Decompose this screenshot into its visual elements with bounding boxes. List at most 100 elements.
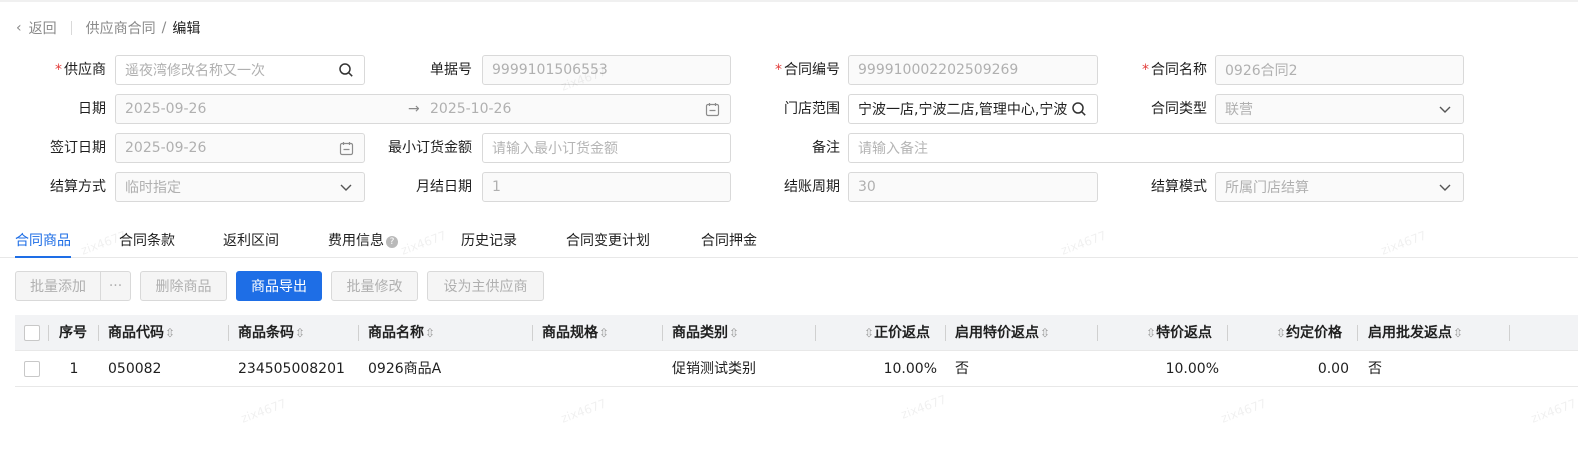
settle-method-select: 临时指定 — [115, 172, 365, 202]
watermark: zix4677 — [559, 396, 609, 426]
col-category[interactable]: 商品类别⇳ — [672, 315, 739, 351]
sort-icon[interactable]: ⇳ — [1453, 326, 1463, 340]
billing-cycle-value: 30 — [858, 179, 876, 195]
batch-edit-button[interactable]: 批量修改 — [331, 271, 418, 301]
column-divider — [358, 325, 359, 341]
watermark: zix4677 — [239, 396, 289, 426]
settle-mode-value: 所属门店结算 — [1225, 180, 1309, 196]
column-divider — [1509, 325, 1510, 341]
contract-no-value: 999910002202509269 — [858, 62, 1019, 78]
chevron-down-icon — [1436, 180, 1454, 194]
sort-icon[interactable]: ⇳ — [425, 326, 435, 340]
col-agreed-price[interactable]: ⇳约定价格 — [1275, 315, 1342, 351]
column-divider — [815, 325, 816, 341]
cell-index: 1 — [69, 361, 79, 377]
more-button[interactable]: ··· — [100, 271, 131, 301]
col-spec[interactable]: 商品规格⇳ — [542, 315, 609, 351]
column-divider — [1227, 325, 1228, 341]
cell-agreed-price: 0.00 — [1317, 361, 1349, 377]
chevron-down-icon — [1436, 102, 1454, 116]
cell-category: 促销测试类别 — [672, 361, 756, 377]
store-scope-label: 门店范围 — [784, 101, 840, 117]
sort-icon[interactable]: ⇳ — [599, 326, 609, 340]
calendar-icon — [703, 102, 721, 117]
column-divider — [1357, 325, 1358, 341]
col-barcode[interactable]: 商品条码⇳ — [238, 315, 305, 351]
doc-no-label: 单据号 — [430, 62, 472, 78]
column-divider — [228, 325, 229, 341]
tab-fee-info[interactable]: 费用信息? — [328, 230, 398, 258]
delete-goods-button[interactable]: 删除商品 — [140, 271, 227, 301]
sort-icon[interactable]: ⇳ — [864, 326, 874, 340]
breadcrumb-parent[interactable]: 供应商合同 — [86, 18, 156, 38]
search-icon[interactable] — [337, 62, 355, 78]
col-name[interactable]: 商品名称⇳ — [368, 315, 435, 351]
settle-method-label: 结算方式 — [50, 179, 106, 195]
contract-no-label: * 合同编号 — [775, 62, 840, 78]
export-goods-button[interactable]: 商品导出 — [236, 271, 322, 301]
sign-date-value: 2025-09-26 — [125, 140, 207, 156]
monthly-day-label: 月结日期 — [416, 179, 472, 195]
cell-code: 050082 — [108, 361, 162, 377]
select-all-checkbox[interactable] — [24, 325, 40, 341]
watermark: zix4677 — [1219, 396, 1269, 426]
col-wholesale-enabled[interactable]: 启用批发返点⇳ — [1368, 315, 1463, 351]
sign-date-label: 签订日期 — [50, 140, 106, 156]
contract-type-label: 合同类型 — [1151, 101, 1207, 117]
col-index: 序号 — [59, 325, 87, 341]
remark-label: 备注 — [812, 140, 840, 156]
column-divider — [48, 325, 49, 341]
watermark: zix4677 — [1529, 396, 1578, 426]
store-scope-value: 宁波一店,宁波二店,管理中心,宁波 — [858, 102, 1068, 118]
back-label: 返回 — [28, 21, 57, 37]
tab-contract-terms[interactable]: 合同条款 — [119, 230, 175, 258]
row-checkbox[interactable] — [24, 361, 40, 377]
remark-input[interactable]: 请输入备注 — [848, 133, 1464, 163]
sort-icon[interactable]: ⇳ — [1146, 326, 1156, 340]
search-icon[interactable] — [1070, 101, 1088, 117]
table-row[interactable]: 1 050082 234505008201 0926商品A 促销测试类别 10.… — [15, 351, 1578, 387]
col-special-rebate[interactable]: ⇳特价返点 — [1145, 315, 1212, 351]
sort-icon[interactable]: ⇳ — [295, 326, 305, 340]
batch-add-button[interactable]: 批量添加 — [15, 271, 101, 301]
cell-special-enabled: 否 — [955, 361, 969, 377]
tab-history[interactable]: 历史记录 — [461, 230, 517, 258]
breadcrumb-current: 编辑 — [172, 21, 201, 37]
set-main-supplier-button[interactable]: 设为主供应商 — [427, 271, 544, 301]
settle-mode-select: 所属门店结算 — [1215, 172, 1464, 202]
store-scope-input[interactable]: 宁波一店,宁波二店,管理中心,宁波 — [848, 94, 1098, 124]
date-start: 2025-09-26 — [125, 101, 207, 117]
col-code[interactable]: 商品代码⇳ — [108, 315, 175, 351]
sort-icon[interactable]: ⇳ — [729, 326, 739, 340]
col-special-enabled[interactable]: 启用特价返点⇳ — [955, 315, 1050, 351]
supplier-input[interactable]: 遥夜湾修改名称又一次 — [115, 55, 365, 85]
tab-contract-goods[interactable]: 合同商品 — [15, 230, 71, 258]
cell-wholesale-enabled: 否 — [1368, 361, 1382, 377]
column-divider — [945, 325, 946, 341]
top-divider — [0, 0, 1578, 2]
min-order-label: 最小订货金额 — [388, 140, 472, 156]
contract-type-select: 联营 — [1215, 94, 1464, 124]
sort-icon[interactable]: ⇳ — [1040, 326, 1050, 340]
chevron-down-icon — [337, 180, 355, 194]
billing-cycle-input: 30 — [848, 172, 1098, 202]
col-price-rebate[interactable]: ⇳正价返点 — [863, 315, 930, 351]
back-button[interactable]: ‹ 返回 — [16, 18, 57, 38]
contract-name-input: 0926合同2 — [1215, 55, 1464, 85]
tab-rebate-range[interactable]: 返利区间 — [223, 230, 279, 258]
column-divider — [662, 325, 663, 341]
tab-change-plan[interactable]: 合同变更计划 — [566, 230, 650, 258]
monthly-day-value: 1 — [492, 179, 501, 195]
column-divider — [98, 325, 99, 341]
sort-icon[interactable]: ⇳ — [1276, 326, 1286, 340]
min-order-input[interactable]: 请输入最小订货金额 — [482, 133, 731, 163]
tab-deposit[interactable]: 合同押金 — [701, 230, 757, 258]
watermark: zix4677 — [899, 392, 949, 422]
column-divider — [1097, 325, 1098, 341]
sort-icon[interactable]: ⇳ — [165, 326, 175, 340]
contract-name-label: * 合同名称 — [1142, 62, 1207, 78]
min-order-placeholder: 请输入最小订货金额 — [492, 141, 618, 157]
cell-special-rebate: 10.00% — [1165, 361, 1219, 377]
sign-date-input: 2025-09-26 — [115, 133, 365, 163]
monthly-day-input: 1 — [482, 172, 731, 202]
